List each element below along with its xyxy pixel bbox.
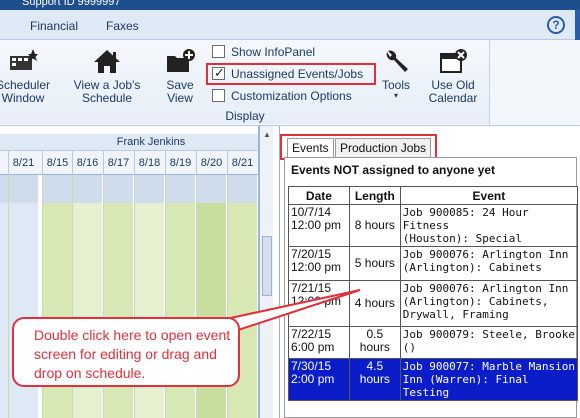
instruction-callout: Double click here to open event screen f… [12,317,240,387]
callout-text: Double click here to open event screen f… [34,327,231,381]
